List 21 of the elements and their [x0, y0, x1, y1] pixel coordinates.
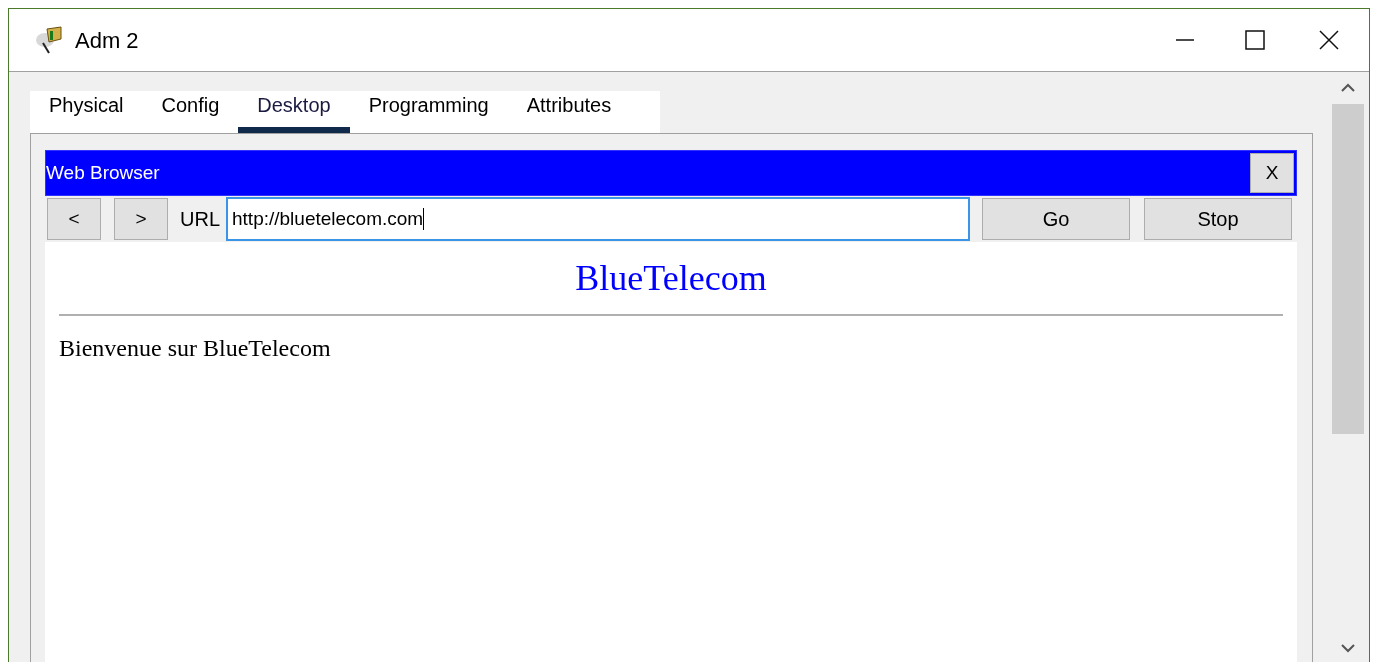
go-button[interactable]: Go [982, 198, 1130, 240]
tab[interactable]: Physical [30, 90, 143, 133]
tab[interactable]: Attributes [507, 90, 631, 133]
maximize-icon[interactable] [1245, 30, 1265, 50]
close-icon[interactable] [1319, 30, 1339, 50]
page-heading: BlueTelecom [574, 257, 768, 300]
close-button[interactable]: X [1250, 153, 1294, 193]
url-field[interactable]: http://bluetelecom.com [226, 197, 970, 241]
window-title: Adm 2 [75, 26, 139, 55]
stop-button[interactable]: Stop [1144, 198, 1292, 240]
scroll-down-icon[interactable] [1340, 642, 1356, 654]
tab[interactable]: Desktop [238, 90, 350, 133]
back-button[interactable]: < [47, 198, 101, 240]
browser-title: Web Browser [46, 160, 160, 185]
url-label: URL [180, 207, 220, 232]
welcome-text: Bienvenue sur BlueTelecom [59, 334, 332, 363]
tab[interactable]: Config [142, 90, 239, 133]
forward-button[interactable]: > [114, 198, 168, 240]
scroll-thumb[interactable] [1332, 104, 1364, 434]
scroll-up-icon[interactable] [1340, 82, 1356, 94]
tab[interactable]: Programming [349, 90, 508, 133]
